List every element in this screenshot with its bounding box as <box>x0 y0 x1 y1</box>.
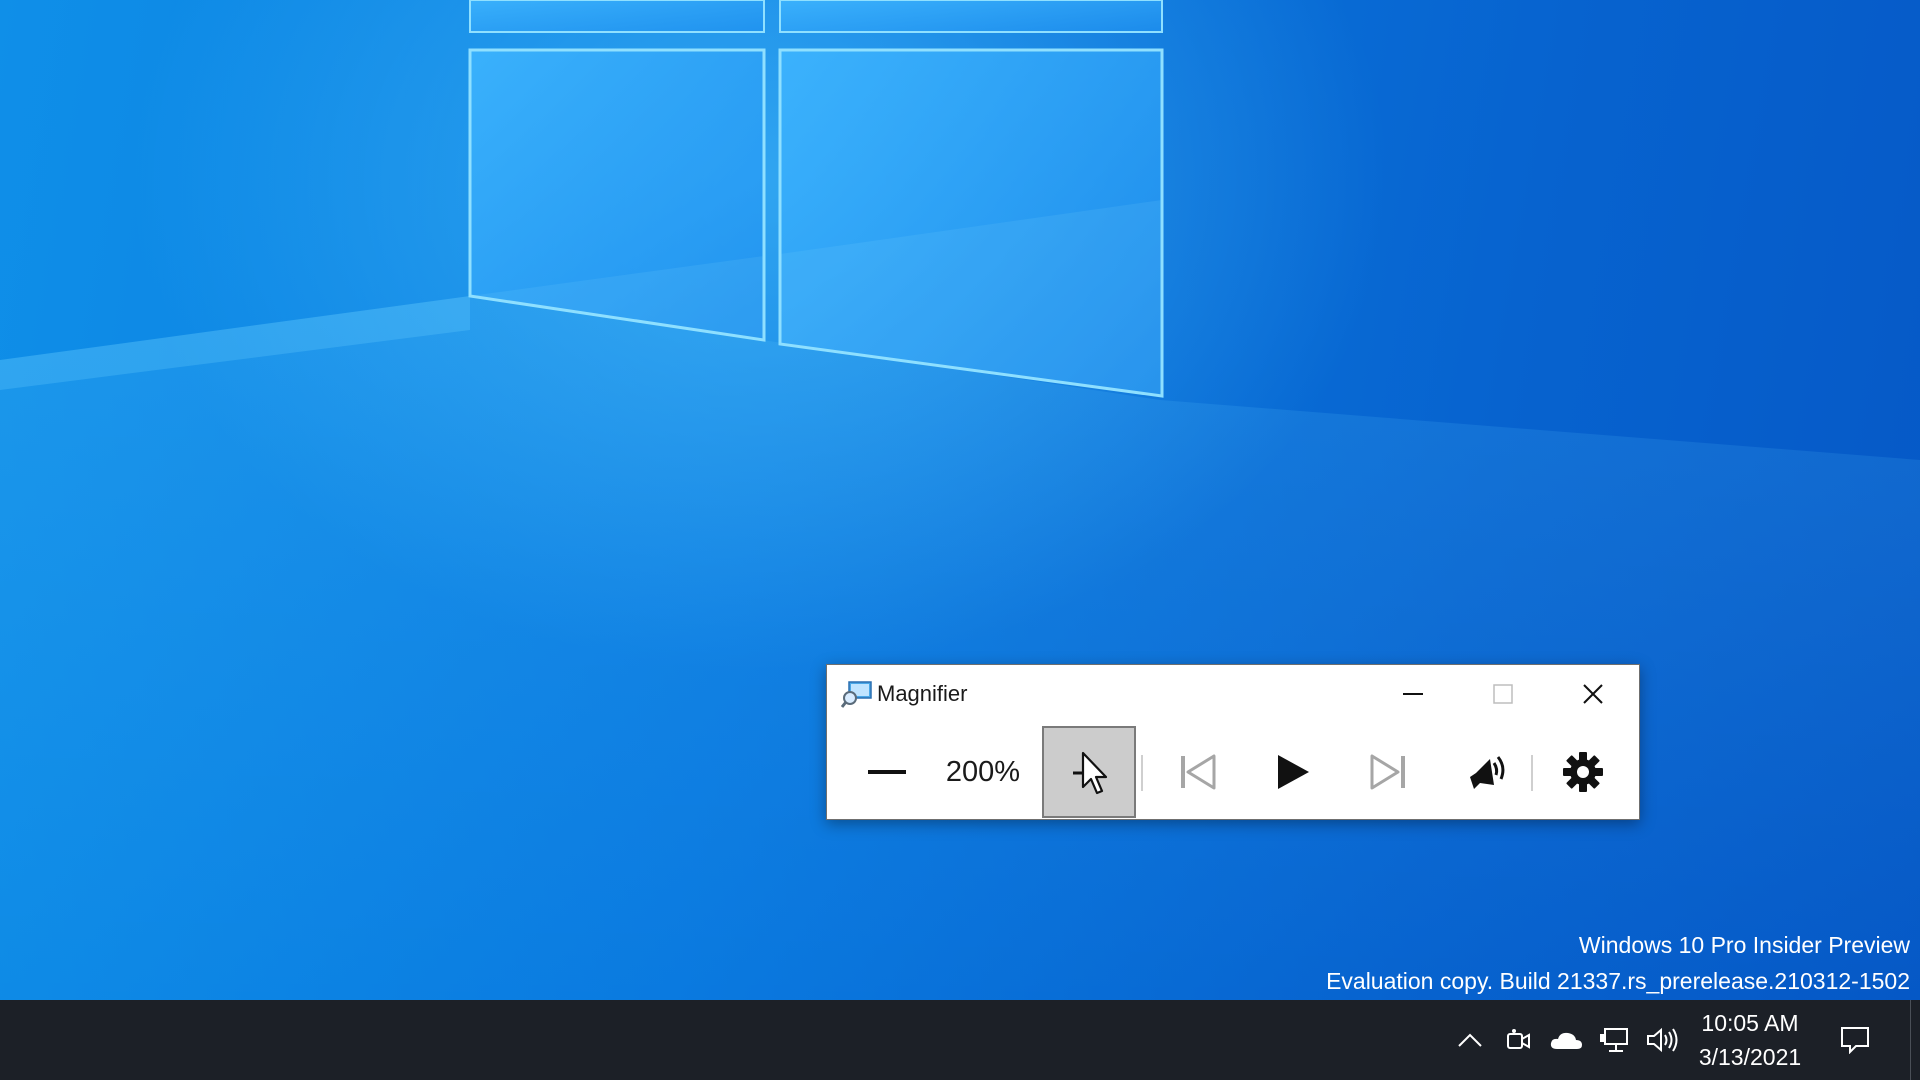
meet-now-button[interactable] <box>1498 1018 1538 1062</box>
watermark-build: Evaluation copy. Build 21337.rs_prerelea… <box>1326 968 1910 994</box>
maximize-icon <box>1493 684 1513 704</box>
show-desktop-button[interactable] <box>1910 1000 1920 1080</box>
separator <box>1141 755 1143 791</box>
settings-button[interactable] <box>1542 725 1624 819</box>
clock-time: 10:05 AM <box>1701 1010 1799 1036</box>
read-from-pointer-button[interactable] <box>1042 726 1136 818</box>
next-button[interactable] <box>1349 725 1429 819</box>
play-icon <box>1278 755 1309 789</box>
meet-now-icon <box>1507 1029 1530 1049</box>
minimize-button[interactable] <box>1373 671 1453 717</box>
watermark-edition: Windows 10 Pro Insider Preview <box>1578 932 1910 958</box>
speaker-icon <box>1470 756 1505 789</box>
zoom-out-button[interactable] <box>847 725 927 819</box>
network-icon <box>1600 1028 1628 1052</box>
network-button[interactable] <box>1594 1018 1634 1062</box>
separator <box>1531 755 1533 791</box>
skip-next-icon <box>1370 754 1405 790</box>
minus-icon <box>868 770 906 774</box>
notification-icon <box>1841 1027 1869 1054</box>
zoom-level: 200% <box>945 755 1021 788</box>
clock-button[interactable]: 10:05 AM 3/13/2021 <box>1690 1006 1810 1074</box>
desktop <box>0 0 1920 1000</box>
windows-logo-wallpaper <box>0 0 1920 1000</box>
minimize-icon <box>1403 693 1423 695</box>
magnifier-window: Magnifier 200% <box>826 664 1640 820</box>
gear-icon <box>1563 752 1603 792</box>
magnifier-app-icon <box>841 681 872 708</box>
chevron-up-icon <box>1458 1033 1482 1047</box>
onedrive-icon <box>1550 1032 1582 1049</box>
taskbar: 10:05 AM 3/13/2021 <box>0 1000 1920 1080</box>
previous-button[interactable] <box>1157 725 1237 819</box>
play-button[interactable] <box>1253 725 1333 819</box>
clock-date: 3/13/2021 <box>1698 1044 1802 1070</box>
maximize-button[interactable] <box>1463 671 1543 717</box>
window-title: Magnifier <box>877 681 968 706</box>
close-button[interactable] <box>1553 671 1633 717</box>
close-icon <box>1583 684 1603 704</box>
cursor-icon <box>1073 751 1108 795</box>
skip-previous-icon <box>1181 754 1216 790</box>
action-center-button[interactable] <box>1830 1018 1880 1062</box>
volume-button[interactable] <box>1640 1018 1686 1062</box>
show-hidden-icons-button[interactable] <box>1450 1018 1490 1062</box>
volume-icon <box>1647 1027 1678 1053</box>
onedrive-button[interactable] <box>1544 1018 1588 1062</box>
voice-settings-button[interactable] <box>1447 725 1529 819</box>
